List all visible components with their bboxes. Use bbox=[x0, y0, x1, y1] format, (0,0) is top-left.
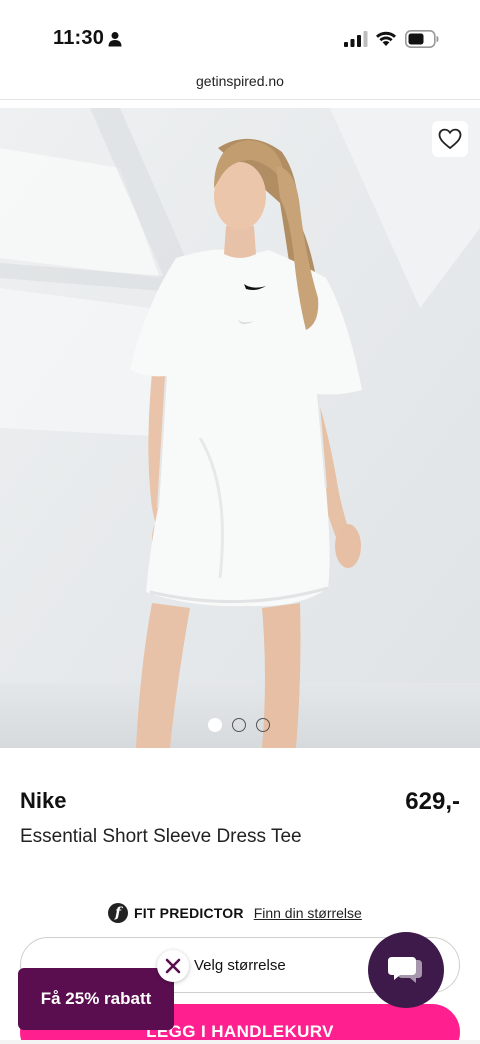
product-price: 629,- bbox=[405, 788, 460, 815]
discount-promo-button[interactable]: Få 25% rabatt bbox=[18, 968, 174, 1030]
url-text[interactable]: getinspired.no bbox=[0, 73, 480, 89]
chat-icon bbox=[388, 957, 422, 983]
wishlist-button[interactable] bbox=[432, 121, 468, 157]
promo-close-button[interactable] bbox=[157, 950, 189, 982]
discount-promo-label[interactable]: Få 25% rabatt bbox=[41, 989, 152, 1009]
battery-icon bbox=[405, 30, 439, 48]
product-image[interactable] bbox=[0, 108, 480, 748]
carousel-dot-1[interactable] bbox=[208, 718, 222, 732]
wifi-icon bbox=[376, 31, 396, 46]
fit-predictor-icon: f bbox=[108, 903, 128, 923]
product-photo bbox=[0, 108, 480, 748]
product-brand[interactable]: Nike bbox=[20, 788, 66, 814]
fit-predictor-title: FIT PREDICTOR bbox=[134, 905, 244, 921]
bottom-bar bbox=[0, 1040, 480, 1044]
status-bar: 11:30 bbox=[0, 0, 480, 66]
url-bar[interactable]: getinspired.no bbox=[0, 66, 480, 100]
signal-icon bbox=[344, 31, 368, 47]
carousel-dots bbox=[208, 718, 270, 732]
carousel-dot-2[interactable] bbox=[232, 718, 246, 732]
size-select-label[interactable]: Velg størrelse bbox=[194, 957, 286, 974]
close-icon bbox=[165, 958, 181, 974]
chat-button[interactable] bbox=[368, 932, 444, 1008]
heart-icon bbox=[438, 128, 462, 150]
carousel-dot-3[interactable] bbox=[256, 718, 270, 732]
find-size-link[interactable]: Finn din størrelse bbox=[254, 905, 362, 921]
person-icon bbox=[108, 32, 122, 47]
fit-predictor: f FIT PREDICTOR Finn din størrelse bbox=[108, 903, 362, 923]
status-time: 11:30 bbox=[53, 27, 105, 49]
product-name: Essential Short Sleeve Dress Tee bbox=[20, 826, 302, 847]
